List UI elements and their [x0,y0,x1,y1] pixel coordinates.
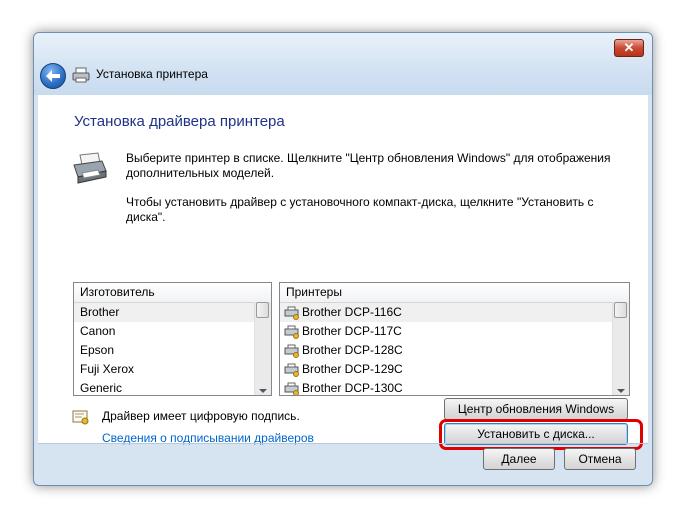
printer-certified-icon [284,382,299,395]
list-item[interactable]: Brother DCP-128C [280,341,613,360]
cancel-button[interactable]: Отмена [564,448,636,470]
certificate-icon [72,410,89,425]
window-title: Установка принтера [96,67,208,81]
manufacturer-column-header[interactable]: Изготовитель [74,283,255,303]
add-printer-window: ✕ Установка принтера Установка драйвера … [33,32,653,486]
scroll-down-icon[interactable] [617,389,625,393]
list-item[interactable]: Epson [74,341,255,360]
scroll-down-icon[interactable] [259,389,267,393]
scroll-thumb[interactable] [614,302,627,318]
next-button[interactable]: Далее [483,448,555,470]
scroll-thumb[interactable] [256,302,269,318]
page-title: Установка драйвера принтера [74,113,285,130]
manufacturer-list[interactable]: Изготовитель Brother Canon Epson Fuji Xe… [73,282,272,396]
list-item[interactable]: Canon [74,322,255,341]
printer-certified-icon [284,325,299,339]
windows-update-button[interactable]: Центр обновления Windows [444,398,628,420]
instruction-text: Чтобы установить драйвер с установочного… [126,195,594,224]
instruction-text: Выберите принтер в списке. Щелкните "Цен… [126,151,611,180]
back-button[interactable] [40,63,66,89]
list-item[interactable]: Brother [74,303,255,322]
printer-icon [72,67,90,83]
scrollbar[interactable] [612,302,629,395]
list-item[interactable]: Fuji Xerox [74,360,255,379]
list-item[interactable]: Brother DCP-116C [280,303,613,322]
window-frame [34,33,652,95]
printer-certified-icon [284,306,299,320]
highlight-box [439,419,643,450]
close-icon: ✕ [623,40,635,55]
wizard-content: Установка драйвера принтера Выберите при… [38,95,648,450]
signature-status: Драйвер имеет цифровую подпись. [102,409,300,423]
printers-column-header[interactable]: Принтеры [280,283,613,303]
back-arrow-icon [46,70,60,82]
list-item[interactable]: Brother DCP-117C [280,322,613,341]
list-item[interactable]: Generic [74,379,255,395]
list-item[interactable]: Brother DCP-129C [280,360,613,379]
list-item[interactable]: Brother DCP-130C [280,379,613,395]
close-button[interactable]: ✕ [614,39,644,57]
scrollbar[interactable] [254,302,271,395]
printer-certified-icon [284,363,299,377]
divider [38,443,648,444]
printer-certified-icon [284,344,299,358]
printer-icon [73,152,107,184]
printer-list[interactable]: Принтеры Brother DCP-116C Brother DCP-11… [279,282,630,396]
